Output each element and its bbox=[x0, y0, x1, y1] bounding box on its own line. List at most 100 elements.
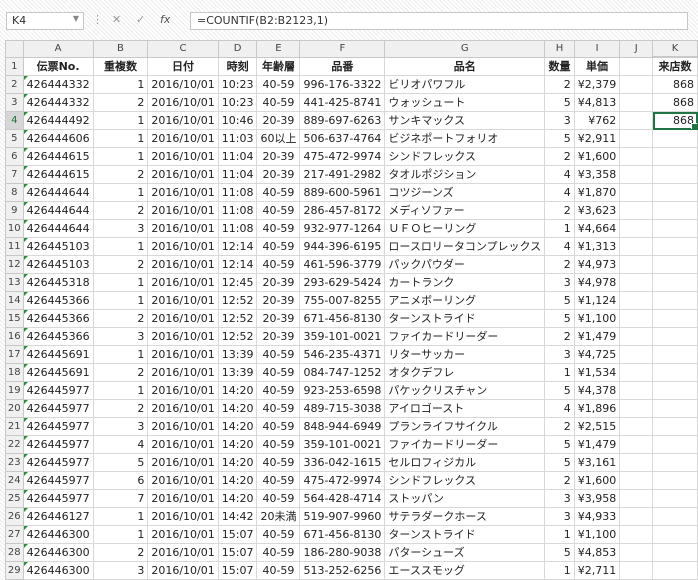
cell-d13[interactable]: 12:45 bbox=[217, 273, 258, 292]
cell-k7[interactable] bbox=[652, 165, 698, 184]
row-header-10[interactable]: 10 bbox=[5, 219, 24, 238]
cell-e9[interactable]: 40-59 bbox=[256, 201, 301, 220]
row-header-12[interactable]: 12 bbox=[5, 255, 24, 274]
cell-f12[interactable]: 461-596-3779 bbox=[299, 255, 386, 274]
cell-g18[interactable]: オタクデフレ bbox=[384, 363, 546, 382]
cell-f17[interactable]: 546-235-4371 bbox=[299, 345, 386, 364]
row-header-11[interactable]: 11 bbox=[5, 237, 24, 256]
row-header-7[interactable]: 7 bbox=[5, 165, 24, 184]
cell-b22[interactable]: 4 bbox=[92, 435, 149, 454]
cell-k12[interactable] bbox=[652, 255, 698, 274]
cell-g14[interactable]: アニメボーリング bbox=[384, 291, 546, 310]
cell-j20[interactable] bbox=[619, 399, 654, 418]
cell-c24[interactable]: 2016/10/01 bbox=[147, 471, 219, 490]
cell-f4[interactable]: 889-697-6263 bbox=[299, 111, 386, 130]
cell-g19[interactable]: パケックリスチャン bbox=[384, 381, 546, 400]
header-cell-d[interactable]: 時刻 bbox=[217, 56, 258, 76]
insert-function-icon[interactable]: fx bbox=[160, 13, 170, 26]
cell-h11[interactable]: 4 bbox=[544, 237, 575, 256]
cell-g8[interactable]: コツジーンズ bbox=[384, 183, 546, 202]
cell-e25[interactable]: 40-59 bbox=[256, 489, 301, 508]
cell-k25[interactable] bbox=[652, 489, 698, 508]
cell-e4[interactable]: 20-39 bbox=[256, 111, 301, 130]
cell-b17[interactable]: 1 bbox=[92, 345, 149, 364]
cell-j25[interactable] bbox=[619, 489, 654, 508]
cell-k28[interactable] bbox=[652, 543, 698, 562]
cell-e11[interactable]: 40-59 bbox=[256, 237, 301, 256]
cell-j21[interactable] bbox=[619, 417, 654, 436]
cell-f23[interactable]: 336-042-1615 bbox=[299, 453, 386, 472]
cell-i29[interactable]: ¥2,711 bbox=[573, 561, 621, 580]
cell-k3[interactable]: 868 bbox=[652, 93, 698, 112]
formula-input[interactable]: =COUNTIF(B2:B2123,1) bbox=[190, 12, 688, 30]
cell-k11[interactable] bbox=[652, 237, 698, 256]
row-header-26[interactable]: 26 bbox=[5, 507, 24, 526]
cell-k5[interactable] bbox=[652, 129, 698, 148]
header-cell-h[interactable]: 数量 bbox=[544, 56, 575, 76]
cell-f19[interactable]: 923-253-6598 bbox=[299, 381, 386, 400]
cell-h13[interactable]: 3 bbox=[544, 273, 575, 292]
cell-c23[interactable]: 2016/10/01 bbox=[147, 453, 219, 472]
cell-f29[interactable]: 513-252-6256 bbox=[299, 561, 386, 580]
cell-e10[interactable]: 40-59 bbox=[256, 219, 301, 238]
cell-b19[interactable]: 1 bbox=[92, 381, 149, 400]
column-header-f[interactable]: F bbox=[299, 40, 386, 58]
cell-g10[interactable]: ＵＦＯヒーリング bbox=[384, 219, 546, 238]
cell-g6[interactable]: シンドフレックス bbox=[384, 147, 546, 166]
cell-k17[interactable] bbox=[652, 345, 698, 364]
cell-h7[interactable]: 4 bbox=[544, 165, 575, 184]
cell-c15[interactable]: 2016/10/01 bbox=[147, 309, 219, 328]
cell-d21[interactable]: 14:20 bbox=[217, 417, 258, 436]
cell-d29[interactable]: 15:07 bbox=[217, 561, 258, 580]
cell-c25[interactable]: 2016/10/01 bbox=[147, 489, 219, 508]
cell-i14[interactable]: ¥1,124 bbox=[573, 291, 621, 310]
cell-c2[interactable]: 2016/10/01 bbox=[147, 75, 219, 94]
row-header-25[interactable]: 25 bbox=[5, 489, 24, 508]
cell-c17[interactable]: 2016/10/01 bbox=[147, 345, 219, 364]
fill-handle[interactable] bbox=[691, 123, 697, 129]
cell-j7[interactable] bbox=[619, 165, 654, 184]
cell-f22[interactable]: 359-101-0021 bbox=[299, 435, 386, 454]
cell-g21[interactable]: プランライフサイクル bbox=[384, 417, 546, 436]
cell-e5[interactable]: 60以上 bbox=[256, 129, 301, 148]
cell-j11[interactable] bbox=[619, 237, 654, 256]
cell-g15[interactable]: ターンストライド bbox=[384, 309, 546, 328]
cell-e20[interactable]: 40-59 bbox=[256, 399, 301, 418]
cell-c20[interactable]: 2016/10/01 bbox=[147, 399, 219, 418]
cell-i21[interactable]: ¥2,515 bbox=[573, 417, 621, 436]
header-cell-b[interactable]: 重複数 bbox=[92, 56, 149, 76]
cell-k6[interactable] bbox=[652, 147, 698, 166]
cell-b2[interactable]: 1 bbox=[92, 75, 149, 94]
row-header-22[interactable]: 22 bbox=[5, 435, 24, 454]
cell-j3[interactable] bbox=[619, 93, 654, 112]
cell-f8[interactable]: 889-600-5961 bbox=[299, 183, 386, 202]
cell-f14[interactable]: 755-007-8255 bbox=[299, 291, 386, 310]
cell-j24[interactable] bbox=[619, 471, 654, 490]
cell-d15[interactable]: 12:52 bbox=[217, 309, 258, 328]
cell-c28[interactable]: 2016/10/01 bbox=[147, 543, 219, 562]
cell-h24[interactable]: 2 bbox=[544, 471, 575, 490]
cell-e8[interactable]: 40-59 bbox=[256, 183, 301, 202]
cell-d4[interactable]: 10:46 bbox=[217, 111, 258, 130]
cell-k23[interactable] bbox=[652, 453, 698, 472]
header-cell-i[interactable]: 単価 bbox=[573, 56, 621, 76]
cell-k15[interactable] bbox=[652, 309, 698, 328]
row-header-16[interactable]: 16 bbox=[5, 327, 24, 346]
row-header-27[interactable]: 27 bbox=[5, 525, 24, 544]
cell-a23[interactable]: 426445977 bbox=[22, 453, 94, 472]
cell-i17[interactable]: ¥4,725 bbox=[573, 345, 621, 364]
row-header-28[interactable]: 28 bbox=[5, 543, 24, 562]
cell-e3[interactable]: 40-59 bbox=[256, 93, 301, 112]
cell-f26[interactable]: 519-907-9960 bbox=[299, 507, 386, 526]
cell-d3[interactable]: 10:23 bbox=[217, 93, 258, 112]
cell-k20[interactable] bbox=[652, 399, 698, 418]
cell-e24[interactable]: 40-59 bbox=[256, 471, 301, 490]
cell-b5[interactable]: 1 bbox=[92, 129, 149, 148]
cell-i22[interactable]: ¥1,479 bbox=[573, 435, 621, 454]
row-header-23[interactable]: 23 bbox=[5, 453, 24, 472]
row-header-1[interactable]: 1 bbox=[5, 56, 24, 76]
chevron-down-icon[interactable]: ▼ bbox=[73, 14, 79, 23]
cell-e22[interactable]: 40-59 bbox=[256, 435, 301, 454]
cell-g22[interactable]: ファイカードリーダー bbox=[384, 435, 546, 454]
column-header-h[interactable]: H bbox=[544, 40, 575, 58]
